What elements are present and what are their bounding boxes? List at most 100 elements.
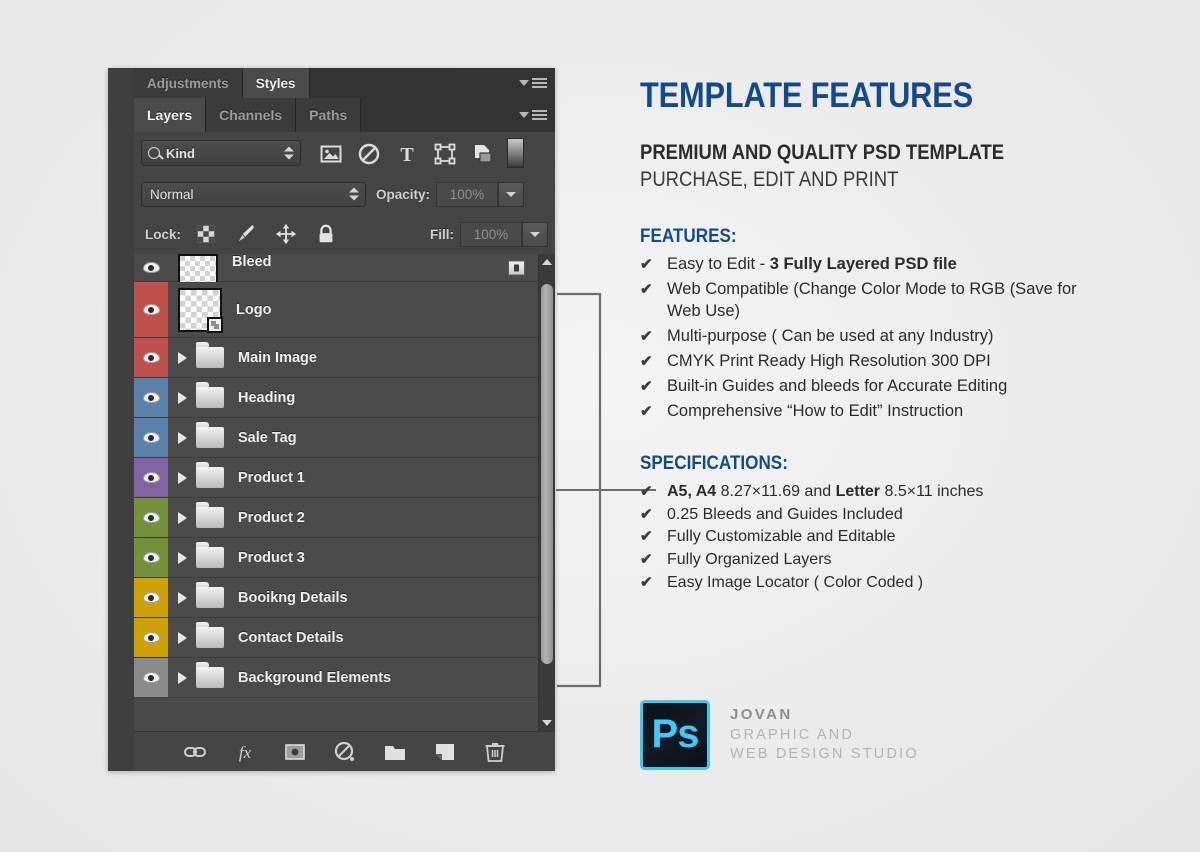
- list-item-text: 0.25 Bleeds and Guides Included: [667, 505, 903, 523]
- layer-row[interactable]: Background Elements: [134, 658, 555, 698]
- lock-position-icon[interactable]: [275, 223, 297, 245]
- layer-name: Contact Details: [238, 629, 344, 646]
- blend-mode-select[interactable]: Normal: [141, 181, 366, 207]
- opacity-dropdown-button[interactable]: [498, 181, 525, 207]
- layer-thumbnail[interactable]: [178, 254, 218, 284]
- layer-visibility-toggle[interactable]: [134, 282, 168, 337]
- opacity-input[interactable]: 100%: [436, 181, 499, 207]
- list-item-text: A5, A4 8.27×11.69 and Letter 8.5×11 inch…: [667, 482, 984, 500]
- scrollbar-thumb[interactable]: [541, 284, 553, 664]
- tab-adjustments-label: Adjustments: [147, 75, 229, 91]
- features-heading: FEATURES:: [640, 226, 737, 248]
- disclosure-triangle-icon[interactable]: [178, 631, 187, 644]
- new-layer-icon[interactable]: [433, 740, 457, 764]
- disclosure-triangle-icon[interactable]: [178, 551, 187, 564]
- disclosure-triangle-icon[interactable]: [178, 351, 187, 364]
- list-item-text: Easy to Edit - 3 Fully Layered PSD file: [667, 255, 957, 274]
- shape-layer-filter-icon[interactable]: [433, 142, 456, 165]
- fill-input[interactable]: 100%: [460, 221, 522, 247]
- tab-styles-label: Styles: [255, 75, 296, 91]
- layer-style-fx-icon[interactable]: fx: [233, 740, 257, 764]
- layers-list[interactable]: Bleed Logo Main Image Heading Sale Tag Produc…: [134, 254, 555, 731]
- layer-row[interactable]: Main Image: [134, 338, 555, 378]
- folder-icon: [196, 342, 224, 368]
- delete-layer-icon[interactable]: [483, 740, 507, 764]
- disclosure-triangle-icon[interactable]: [178, 671, 187, 684]
- pixel-layer-filter-icon[interactable]: [319, 142, 342, 164]
- disclosure-triangle-icon[interactable]: [178, 471, 187, 484]
- layer-row[interactable]: Bleed: [134, 254, 555, 284]
- layer-row[interactable]: Heading: [134, 378, 555, 418]
- layer-row[interactable]: Product 2: [134, 498, 555, 538]
- scroll-down-arrow-icon[interactable]: [539, 715, 555, 731]
- layer-row[interactable]: Booikng Details: [134, 578, 555, 618]
- add-layer-mask-icon[interactable]: [283, 740, 307, 764]
- new-group-icon[interactable]: [383, 740, 407, 764]
- filter-kind-label: Kind: [166, 145, 195, 161]
- disclosure-triangle-icon[interactable]: [178, 511, 187, 524]
- layer-row[interactable]: Contact Details: [134, 618, 555, 658]
- layer-visibility-toggle[interactable]: [134, 418, 168, 457]
- tab-channels[interactable]: Channels: [206, 98, 297, 132]
- folder-icon: [196, 582, 224, 608]
- layer-visibility-toggle[interactable]: [134, 578, 168, 617]
- filter-icon-group: T: [319, 142, 493, 166]
- lock-transparent-pixels-icon[interactable]: [195, 223, 217, 245]
- list-item: ✔ Fully Customizable and Editable: [640, 526, 1110, 548]
- fill-dropdown-button[interactable]: [522, 221, 548, 247]
- tab-styles[interactable]: Styles: [242, 68, 310, 98]
- disclosure-triangle-icon[interactable]: [178, 431, 187, 444]
- chevron-down-icon: [530, 231, 540, 237]
- layer-visibility-toggle[interactable]: [134, 538, 168, 577]
- layer-visibility-toggle[interactable]: [134, 658, 168, 697]
- layer-thumbnail[interactable]: [178, 287, 223, 333]
- disclosure-triangle-icon[interactable]: [178, 591, 187, 604]
- check-icon: ✔: [640, 328, 653, 346]
- disclosure-triangle-icon[interactable]: [178, 391, 187, 404]
- tab-adjustments[interactable]: Adjustments: [134, 68, 243, 98]
- layer-visibility-toggle[interactable]: [134, 618, 168, 657]
- adjustment-layer-filter-icon[interactable]: [357, 142, 380, 165]
- list-item-text: Fully Organized Layers: [667, 551, 832, 569]
- tab-paths-label: Paths: [309, 107, 348, 123]
- panel-menu-button-layers[interactable]: [519, 110, 547, 120]
- tab-paths[interactable]: Paths: [296, 98, 362, 132]
- type-layer-filter-icon[interactable]: T: [395, 142, 417, 166]
- eye-icon: [142, 672, 160, 683]
- layer-row[interactable]: Product 3: [134, 538, 555, 578]
- layers-scrollbar[interactable]: [538, 254, 555, 731]
- new-adjustment-layer-icon[interactable]: [333, 740, 357, 764]
- list-item-text: CMYK Print Ready High Resolution 300 DPI: [667, 352, 991, 371]
- layer-row[interactable]: Product 1: [134, 458, 555, 498]
- stepper-arrows-icon: [284, 146, 294, 160]
- layer-visibility-toggle[interactable]: [134, 378, 168, 417]
- layer-row[interactable]: Logo: [134, 282, 555, 338]
- layer-visibility-toggle[interactable]: [134, 338, 168, 377]
- specifications-section: SPECIFICATIONS: ✔ A5, A4 8.27×11.69 and L…: [640, 453, 1110, 594]
- check-icon: ✔: [640, 353, 653, 371]
- filter-kind-select[interactable]: Kind: [141, 140, 301, 166]
- layer-visibility-toggle[interactable]: [134, 254, 168, 281]
- smart-object-filter-icon[interactable]: [471, 142, 493, 164]
- layer-visibility-toggle[interactable]: [134, 458, 168, 497]
- lock-image-pixels-icon[interactable]: [235, 223, 257, 245]
- list-item: ✔ A5, A4 8.27×11.69 and Letter 8.5×11 inc…: [640, 481, 1110, 503]
- scroll-up-arrow-icon[interactable]: [539, 254, 555, 270]
- eye-icon: [142, 592, 160, 603]
- lock-all-icon[interactable]: [315, 223, 337, 245]
- fill-value: 100%: [473, 226, 509, 242]
- photoshop-layers-panel: Adjustments Styles Layers Channels Paths…: [108, 68, 555, 771]
- folder-icon: [196, 622, 224, 648]
- link-layers-icon[interactable]: [183, 740, 207, 764]
- list-item-text: Comprehensive “How to Edit” Instruction: [667, 401, 964, 420]
- hamburger-menu-icon: [532, 78, 547, 88]
- folder-icon: [196, 422, 224, 448]
- panel-menu-button-top[interactable]: [519, 78, 547, 88]
- filter-toggle-swatch[interactable]: [507, 138, 524, 168]
- layer-name: Booikng Details: [238, 589, 348, 606]
- layer-row[interactable]: Sale Tag: [134, 418, 555, 458]
- layer-visibility-toggle[interactable]: [134, 498, 168, 537]
- list-item-text: Easy Image Locator ( Color Coded ): [667, 573, 924, 591]
- content-column: TEMPLATE FEATURES PREMIUM AND QUALITY PS…: [640, 78, 1110, 595]
- tab-layers[interactable]: Layers: [134, 98, 207, 132]
